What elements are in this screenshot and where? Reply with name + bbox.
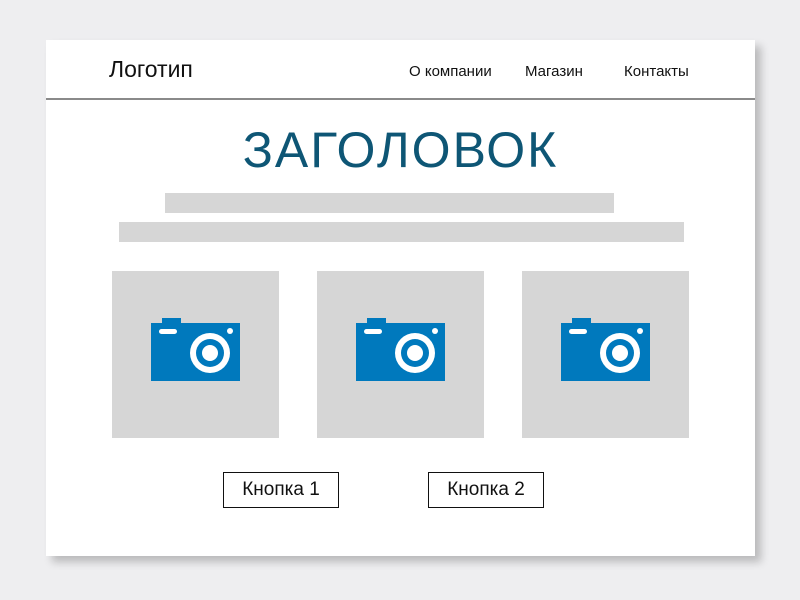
page-wireframe: Логотип О компании Магазин Контакты ЗАГО… (46, 40, 755, 556)
button-1[interactable]: Кнопка 1 (223, 472, 339, 508)
camera-icon (356, 318, 445, 381)
image-placeholder-3 (522, 271, 689, 438)
text-placeholder-line (165, 193, 614, 213)
nav-item-contacts[interactable]: Контакты (624, 63, 689, 80)
nav-item-shop[interactable]: Магазин (525, 63, 583, 80)
nav-item-about[interactable]: О компании (409, 63, 492, 80)
button-2[interactable]: Кнопка 2 (428, 472, 544, 508)
camera-icon (561, 318, 650, 381)
logo[interactable]: Логотип (109, 56, 193, 83)
image-placeholder-2 (317, 271, 484, 438)
text-placeholder-line (119, 222, 684, 242)
site-header: Логотип О компании Магазин Контакты (46, 40, 755, 100)
page-headline: ЗАГОЛОВОК (242, 122, 559, 178)
image-placeholder-1 (112, 271, 279, 438)
camera-icon (151, 318, 240, 381)
